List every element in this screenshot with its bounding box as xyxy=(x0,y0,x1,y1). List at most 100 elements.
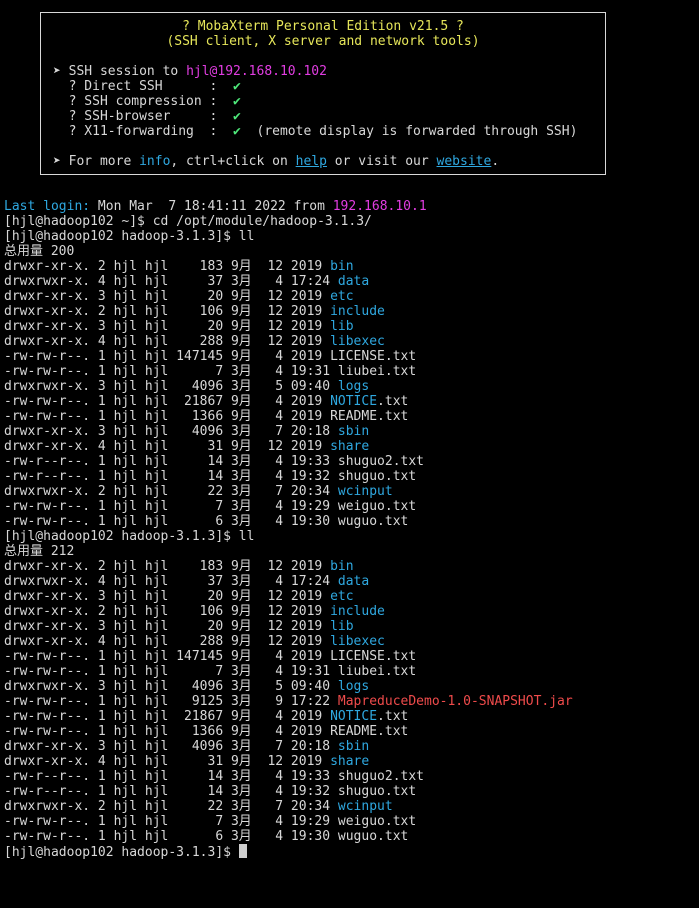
file-name: lib xyxy=(330,319,354,334)
feature-x11-forwarding: ? X11-forwarding : ✔ (remote display is … xyxy=(53,124,578,139)
list-item: -rw-rw-r--. 1 hjl hjl 7 3月 4 19:31 liube… xyxy=(4,664,417,679)
welcome-banner: ? MobaXterm Personal Edition v21.5 ? (SS… xyxy=(40,12,606,175)
listing-total: 总用量 212 xyxy=(4,544,75,559)
list-item: drwxr-xr-x. 3 hjl hjl 4096 3月 7 20:18 sb… xyxy=(4,424,370,439)
list-item: -rw-r--r--. 1 hjl hjl 14 3月 4 19:33 shug… xyxy=(4,454,424,469)
list-item: drwxr-xr-x. 3 hjl hjl 4096 3月 7 20:18 sb… xyxy=(4,739,370,754)
file-name: lib xyxy=(330,619,354,634)
list-item: drwxrwxr-x. 3 hjl hjl 4096 3月 5 09:40 lo… xyxy=(4,679,370,694)
list-item: drwxr-xr-x. 4 hjl hjl 31 9月 12 2019 shar… xyxy=(4,439,370,454)
check-icon: ✔ xyxy=(233,94,241,109)
list-item: drwxr-xr-x. 3 hjl hjl 20 9月 12 2019 etc xyxy=(4,289,354,304)
list-item: drwxrwxr-x. 4 hjl hjl 37 3月 4 17:24 data xyxy=(4,274,370,289)
file-name: MapreduceDemo-1.0-SNAPSHOT.jar xyxy=(337,694,573,709)
help-link[interactable]: help xyxy=(296,154,327,169)
file-name: wcinput xyxy=(337,799,393,814)
file-name: etc xyxy=(330,289,354,304)
list-item: drwxr-xr-x. 4 hjl hjl 288 9月 12 2019 lib… xyxy=(4,334,385,349)
list-item: -rw-rw-r--. 1 hjl hjl 147145 9月 4 2019 L… xyxy=(4,349,417,364)
file-name: wcinput xyxy=(337,484,393,499)
command-line: [hjl@hadoop102 hadoop-3.1.3]$ ll xyxy=(4,229,255,244)
list-item: drwxr-xr-x. 2 hjl hjl 106 9月 12 2019 inc… xyxy=(4,604,385,619)
file-name: libexec xyxy=(330,334,385,349)
file-name: liubei.txt xyxy=(337,364,417,379)
file-name: LICENSE.txt xyxy=(330,349,417,364)
list-item: drwxrwxr-x. 2 hjl hjl 22 3月 7 20:34 wcin… xyxy=(4,484,393,499)
command-line: [hjl@hadoop102 ~]$ cd /opt/module/hadoop… xyxy=(4,214,372,229)
file-name: sbin xyxy=(337,739,370,754)
list-item: -rw-rw-r--. 1 hjl hjl 7 3月 4 19:31 liube… xyxy=(4,364,417,379)
file-name: bin xyxy=(330,259,354,274)
check-icon: ✔ xyxy=(233,124,241,139)
file-name: include xyxy=(330,604,385,619)
list-item: drwxrwxr-x. 3 hjl hjl 4096 3月 5 09:40 lo… xyxy=(4,379,370,394)
file-name: bin xyxy=(330,559,354,574)
list-item: -rw-r--r--. 1 hjl hjl 14 3月 4 19:32 shug… xyxy=(4,469,417,484)
list-item: drwxr-xr-x. 2 hjl hjl 106 9月 12 2019 inc… xyxy=(4,304,385,319)
file-name: shuguo.txt xyxy=(337,784,417,799)
list-item: -rw-r--r--. 1 hjl hjl 14 3月 4 19:32 shug… xyxy=(4,784,417,799)
file-name: liubei.txt xyxy=(337,664,417,679)
file-name: logs xyxy=(337,379,370,394)
check-icon: ✔ xyxy=(233,79,241,94)
file-name: logs xyxy=(337,679,370,694)
file-name: data xyxy=(337,274,370,289)
list-item: drwxrwxr-x. 2 hjl hjl 22 3月 7 20:34 wcin… xyxy=(4,799,393,814)
list-item: -rw-rw-r--. 1 hjl hjl 21867 9月 4 2019 NO… xyxy=(4,709,409,724)
list-item: -rw-rw-r--. 1 hjl hjl 1366 9月 4 2019 REA… xyxy=(4,409,409,424)
banner-title: ? MobaXterm Personal Edition v21.5 ? xyxy=(182,19,464,34)
list-item: drwxr-xr-x. 3 hjl hjl 20 9月 12 2019 lib xyxy=(4,319,354,334)
list-item: -rw-rw-r--. 1 hjl hjl 7 3月 4 19:29 weigu… xyxy=(4,499,417,514)
command-line: [hjl@hadoop102 hadoop-3.1.3]$ ll xyxy=(4,529,255,544)
file-name: shuguo2.txt xyxy=(337,769,424,784)
listing-total: 总用量 200 xyxy=(4,244,75,259)
file-name: wuguo.txt xyxy=(337,514,409,529)
file-name: share xyxy=(330,754,370,769)
info-link[interactable]: info xyxy=(139,154,170,169)
session-host: hjl@192.168.10.102 xyxy=(186,64,327,79)
shell-prompt[interactable]: [hjl@hadoop102 hadoop-3.1.3]$ xyxy=(4,844,247,860)
file-name: libexec xyxy=(330,634,385,649)
file-name: README.txt xyxy=(330,724,409,739)
list-item: -rw-rw-r--. 1 hjl hjl 7 3月 4 19:29 weigu… xyxy=(4,814,417,829)
file-name: include xyxy=(330,304,385,319)
website-link[interactable]: website xyxy=(437,154,492,169)
cursor[interactable] xyxy=(238,844,247,858)
list-item: -rw-rw-r--. 1 hjl hjl 6 3月 4 19:30 wuguo… xyxy=(4,514,409,529)
list-item: drwxrwxr-x. 4 hjl hjl 37 3月 4 17:24 data xyxy=(4,574,370,589)
last-login-line: Last login: Mon Mar 7 18:41:11 2022 from… xyxy=(4,199,427,214)
file-name: NOTICE xyxy=(330,709,378,724)
file-name: shuguo.txt xyxy=(337,469,417,484)
file-name: weiguo.txt xyxy=(337,499,417,514)
feature-direct-ssh: ? Direct SSH : ✔ xyxy=(53,79,241,94)
file-name: share xyxy=(330,439,370,454)
file-name: README.txt xyxy=(330,409,409,424)
file-name: shuguo2.txt xyxy=(337,454,424,469)
list-item: -rw-rw-r--. 1 hjl hjl 1366 9月 4 2019 REA… xyxy=(4,724,409,739)
file-name: weiguo.txt xyxy=(337,814,417,829)
more-info-line: ➤ For more info, ctrl+click on help or v… xyxy=(53,154,500,169)
feature-ssh-browser: ? SSH-browser : ✔ xyxy=(53,109,241,124)
list-item: -rw-rw-r--. 1 hjl hjl 147145 9月 4 2019 L… xyxy=(4,649,417,664)
file-name: wuguo.txt xyxy=(337,829,409,844)
file-name: LICENSE.txt xyxy=(330,649,417,664)
list-item: drwxr-xr-x. 4 hjl hjl 288 9月 12 2019 lib… xyxy=(4,634,385,649)
file-name: NOTICE xyxy=(330,394,378,409)
list-item: -rw-rw-r--. 1 hjl hjl 21867 9月 4 2019 NO… xyxy=(4,394,409,409)
list-item: drwxr-xr-x. 2 hjl hjl 183 9月 12 2019 bin xyxy=(4,559,354,574)
banner-subtitle: (SSH client, X server and network tools) xyxy=(166,34,480,49)
ssh-session-line: ➤ SSH session to hjl@192.168.10.102 xyxy=(53,64,327,79)
feature-ssh-compression: ? SSH compression : ✔ xyxy=(53,94,241,109)
list-item: drwxr-xr-x. 3 hjl hjl 20 9月 12 2019 etc xyxy=(4,589,354,604)
list-item: -rw-rw-r--. 1 hjl hjl 6 3月 4 19:30 wuguo… xyxy=(4,829,409,844)
list-item: drwxr-xr-x. 2 hjl hjl 183 9月 12 2019 bin xyxy=(4,259,354,274)
list-item: drwxr-xr-x. 3 hjl hjl 20 9月 12 2019 lib xyxy=(4,619,354,634)
file-name: data xyxy=(337,574,370,589)
list-item: -rw-rw-r--. 1 hjl hjl 9125 3月 9 17:22 Ma… xyxy=(4,694,573,709)
file-name: sbin xyxy=(337,424,370,439)
file-name: etc xyxy=(330,589,354,604)
check-icon: ✔ xyxy=(233,109,241,124)
list-item: drwxr-xr-x. 4 hjl hjl 31 9月 12 2019 shar… xyxy=(4,754,370,769)
terminal-window[interactable]: ? MobaXterm Personal Edition v21.5 ? (SS… xyxy=(0,0,699,908)
list-item: -rw-r--r--. 1 hjl hjl 14 3月 4 19:33 shug… xyxy=(4,769,424,784)
